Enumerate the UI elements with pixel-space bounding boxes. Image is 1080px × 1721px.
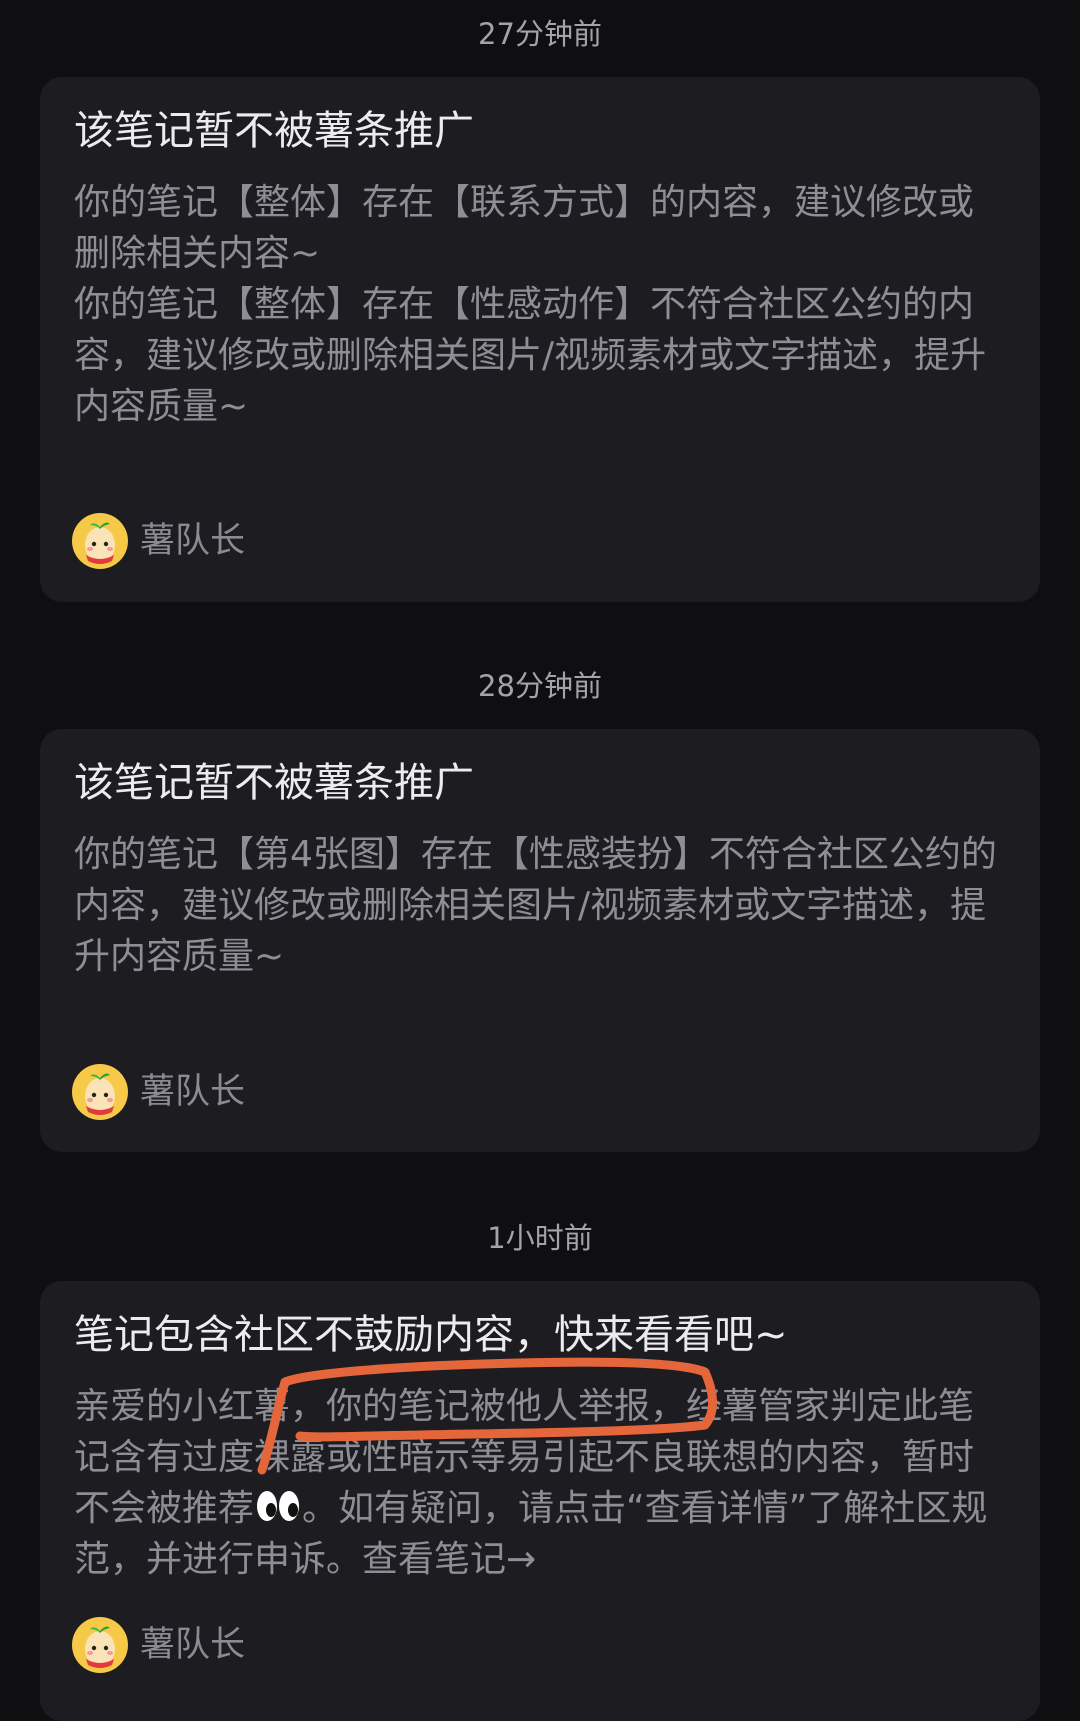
body-paragraph: 你的笔记【第4张图】存在【性感装扮】不符合社区公约的内容，建议修改或删除相关图片… <box>74 834 997 977</box>
body-paragraph: 你的笔记【整体】存在【联系方式】的内容，建议修改或删除相关内容~ <box>74 182 975 274</box>
author-name: 薯队长 <box>140 1072 246 1112</box>
potato-mascot-icon <box>72 1617 128 1673</box>
body-paragraph: 亲爱的小红薯，你的笔记被他人举报，经薯管家判定此笔记含有过度裸露或性暗示等易引起… <box>74 1381 1004 1585</box>
card-footer[interactable]: 薯队长 <box>72 513 245 569</box>
card-body: 亲爱的小红薯，你的笔记被他人举报，经薯管家判定此笔记含有过度裸露或性暗示等易引起… <box>74 1381 1004 1585</box>
body-paragraph: 你的笔记【整体】存在【性感动作】不符合社区公约的内容，建议修改或删除相关图片/视… <box>74 284 987 427</box>
notification-card-2[interactable]: 该笔记暂不被薯条推广 你的笔记【第4张图】存在【性感装扮】不符合社区公约的内容，… <box>40 729 1040 1152</box>
card-title: 该笔记暂不被薯条推广 <box>74 760 474 806</box>
timestamp-2: 28分钟前 <box>478 669 602 703</box>
card-title: 该笔记暂不被薯条推广 <box>74 108 474 154</box>
card-body: 你的笔记【第4张图】存在【性感装扮】不符合社区公约的内容，建议修改或删除相关图片… <box>74 829 1004 982</box>
notification-card-1[interactable]: 该笔记暂不被薯条推广 你的笔记【整体】存在【联系方式】的内容，建议修改或删除相关… <box>40 77 1040 602</box>
notification-card-3[interactable]: 笔记包含社区不鼓励内容，快来看看吧~ 亲爱的小红薯，你的笔记被他人举报，经薯管家… <box>40 1281 1040 1721</box>
potato-mascot-icon <box>72 1064 128 1120</box>
card-footer[interactable]: 薯队长 <box>72 1617 245 1673</box>
timestamp-1: 27分钟前 <box>478 17 602 51</box>
eyes-emoji-icon <box>257 1491 300 1521</box>
potato-mascot-icon <box>72 513 128 569</box>
timestamp-3: 1小时前 <box>487 1221 593 1255</box>
view-note-link[interactable]: 查看笔记→ <box>362 1539 536 1580</box>
author-name: 薯队长 <box>140 521 246 561</box>
card-title: 笔记包含社区不鼓励内容，快来看看吧~ <box>74 1312 788 1358</box>
card-footer[interactable]: 薯队长 <box>72 1064 245 1120</box>
card-body: 你的笔记【整体】存在【联系方式】的内容，建议修改或删除相关内容~ 你的笔记【整体… <box>74 177 1004 432</box>
author-name: 薯队长 <box>140 1625 246 1665</box>
